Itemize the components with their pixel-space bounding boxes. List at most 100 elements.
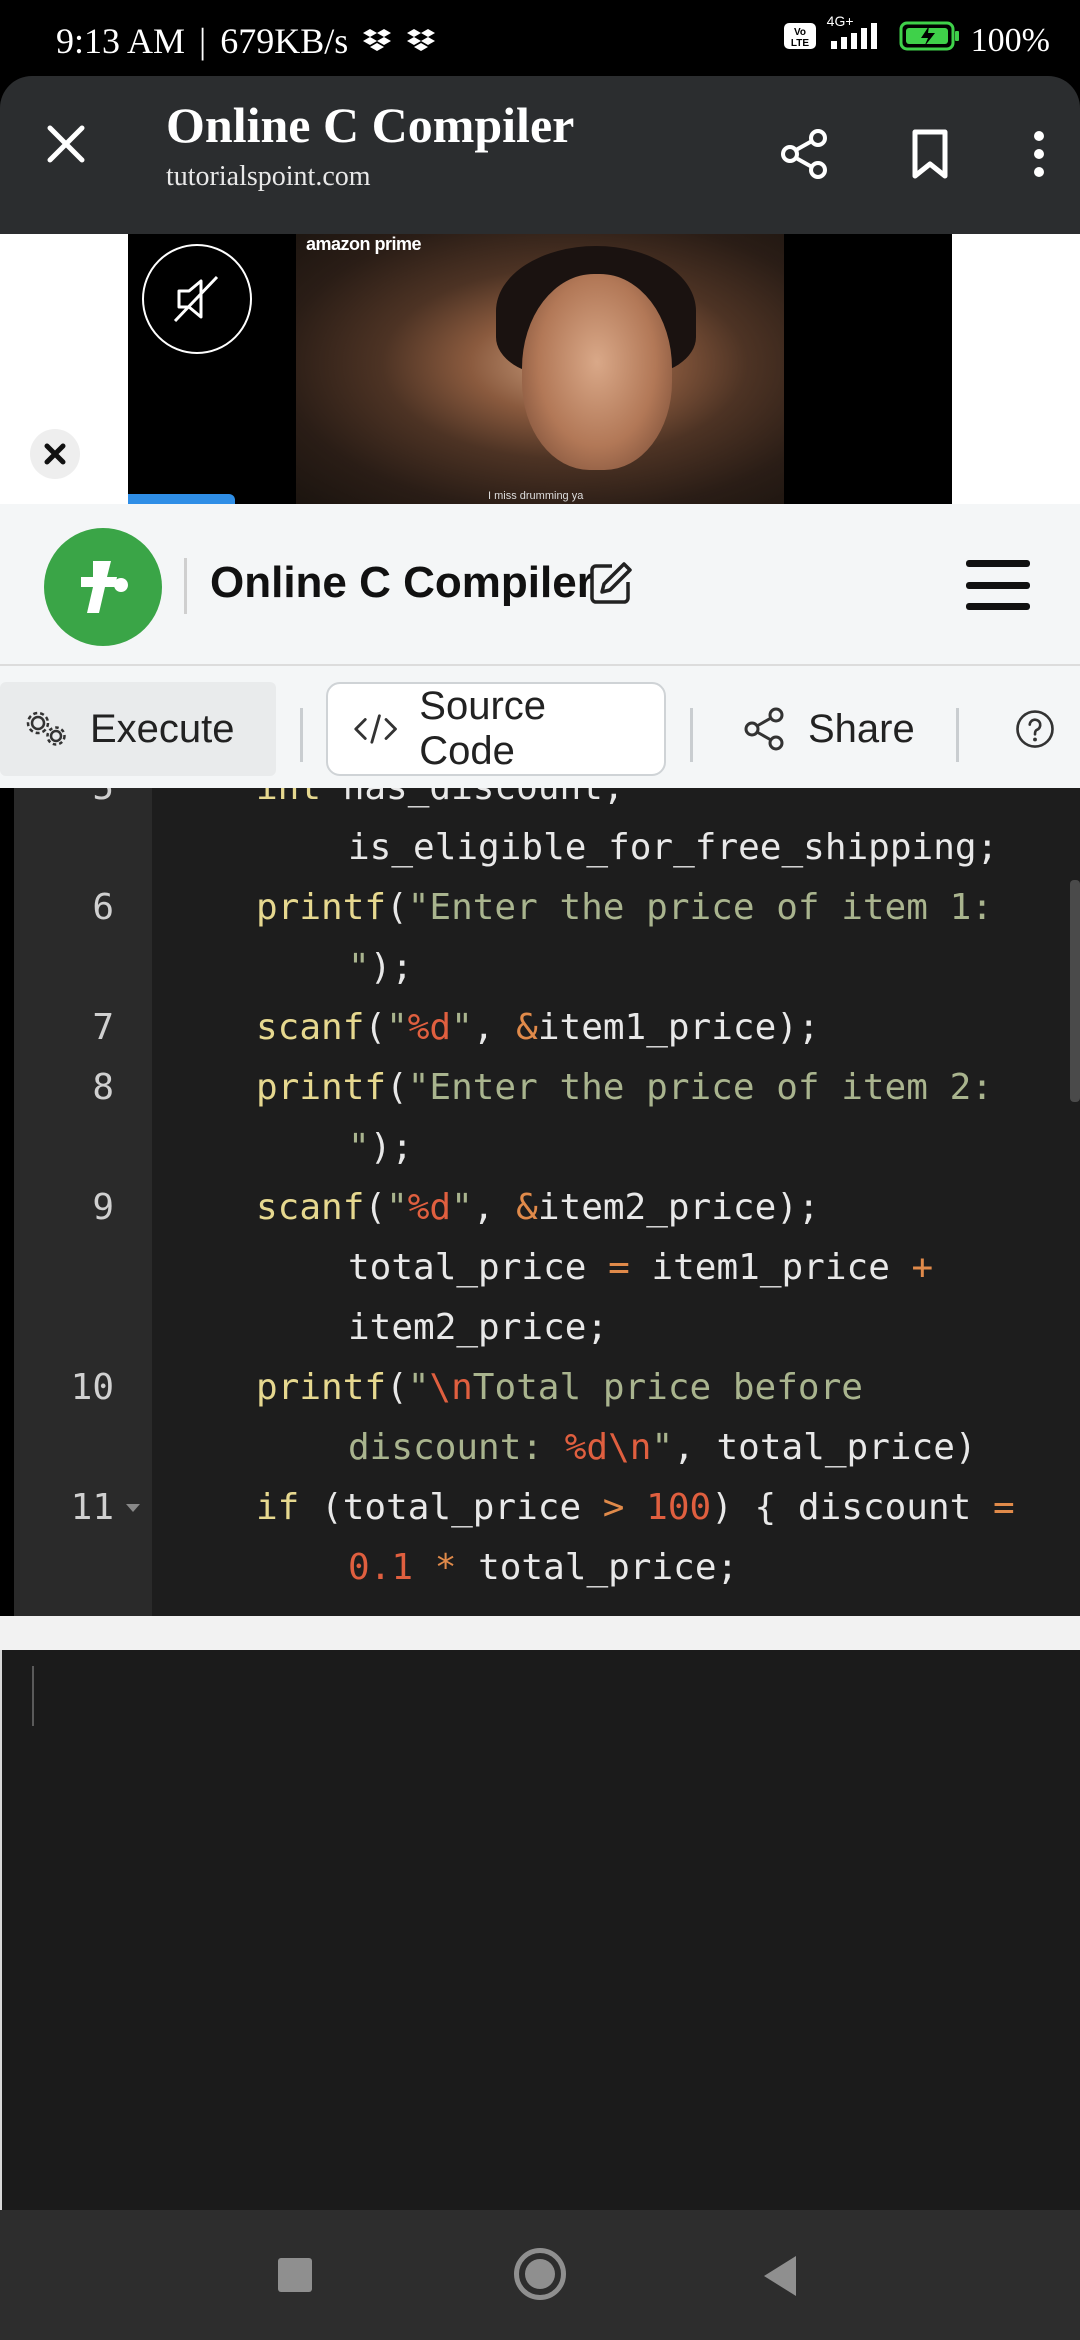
code-line: 0.1 * total_price;	[14, 1538, 1080, 1598]
line-number: 11	[70, 1487, 114, 1528]
code-line: ");	[14, 1118, 1080, 1178]
gears-icon	[26, 711, 66, 746]
recent-apps-button[interactable]	[278, 2258, 312, 2292]
code-text: item2_price;	[348, 1307, 609, 1348]
more-vertical-icon	[1034, 131, 1044, 177]
mute-icon	[173, 275, 219, 323]
header-divider	[184, 558, 187, 614]
code-line: 6 printf("Enter the price of item 1:	[14, 878, 1080, 938]
code-editor[interactable]: 5 int has_discount, is_eligible_for_free…	[14, 788, 1080, 1616]
close-icon	[44, 443, 66, 465]
code-text: printf("\nTotal price before	[256, 1367, 863, 1408]
ad-brand: amazon prime	[306, 234, 422, 254]
home-icon	[525, 2259, 555, 2289]
code-text: int has_discount,	[256, 788, 624, 818]
line-number: 10	[70, 1367, 114, 1408]
line-number: 5	[14, 788, 114, 818]
browser-toolbar: Online C Compiler tutorialspoint.com	[0, 76, 1080, 234]
close-tab-button[interactable]	[38, 116, 94, 172]
code-text: scanf("%d", &item2_price);	[256, 1187, 820, 1228]
menu-button[interactable]	[966, 560, 1030, 610]
battery-icon	[899, 20, 961, 61]
code-line: 5 int has_discount,	[14, 788, 1080, 818]
toolbar-divider	[956, 708, 959, 762]
dropbox-icon	[406, 20, 436, 62]
mute-button[interactable]	[142, 244, 252, 354]
execute-label: Execute	[90, 706, 235, 751]
help-button[interactable]	[990, 682, 1080, 776]
code-line: total_price = item1_price +	[14, 1238, 1080, 1298]
hamburger-icon-bar	[966, 581, 1030, 589]
home-button[interactable]	[514, 2248, 566, 2300]
line-number: 7	[92, 1007, 114, 1048]
status-time: 9:13 AM	[56, 21, 186, 61]
status-speed: 679KB/s	[220, 21, 349, 61]
logo-icon	[81, 561, 128, 613]
more-options-button[interactable]	[1024, 122, 1054, 186]
code-line: 10 printf("\nTotal price before	[14, 1358, 1080, 1418]
share-code-button[interactable]: Share	[716, 682, 966, 776]
close-icon	[47, 125, 85, 163]
code-icon	[354, 714, 397, 744]
signal-icon: 4G+	[827, 13, 889, 60]
status-right: Vo LTE 4G+ 100%	[783, 13, 1050, 61]
source-code-label: Source Code	[419, 684, 547, 773]
code-text: is_eligible_for_free_shipping;	[348, 827, 999, 868]
edit-icon	[590, 562, 632, 604]
share-button[interactable]	[772, 122, 836, 186]
code-line: ");	[14, 938, 1080, 998]
code-text: printf("Enter the price of item 1:	[256, 887, 993, 928]
code-line: 11 if (total_price > 100) { discount =	[14, 1478, 1080, 1538]
code-line: 8 printf("Enter the price of item 2:	[14, 1058, 1080, 1118]
code-text: total_price = item1_price +	[348, 1247, 934, 1288]
code-text: printf("Enter the price of item 2:	[256, 1067, 993, 1108]
line-number: 9	[92, 1187, 114, 1228]
page-title-group: Online C Compiler tutorialspoint.com	[166, 98, 574, 193]
ad-progress-bar	[128, 494, 236, 504]
code-line: discount: %d\n", total_price)	[14, 1418, 1080, 1478]
back-button[interactable]	[764, 2256, 796, 2296]
video-ad[interactable]: amazon prime I miss drumming ya	[128, 234, 952, 504]
code-text: ");	[348, 947, 414, 988]
toolbar-divider	[690, 708, 693, 762]
ad-subtitle: I miss drumming ya	[488, 490, 584, 502]
system-nav-bar	[0, 2210, 1080, 2340]
code-line: 9 scanf("%d", &item2_price);	[14, 1178, 1080, 1238]
svg-text:Vo: Vo	[794, 27, 806, 38]
execute-button[interactable]: Execute	[0, 682, 276, 776]
line-number: 6	[92, 887, 114, 928]
share-icon	[744, 707, 784, 751]
bookmark-icon	[912, 129, 948, 179]
share-icon	[781, 129, 827, 179]
code-line: 7 scanf("%d", &item1_price);	[14, 998, 1080, 1058]
svg-text:LTE: LTE	[791, 38, 809, 49]
site-header: Online C Compiler	[0, 504, 1080, 666]
output-terminal[interactable]	[0, 1650, 1080, 2210]
bookmark-button[interactable]	[898, 122, 962, 186]
hamburger-icon	[966, 560, 1030, 567]
network-type: 4G+	[826, 13, 854, 29]
help-icon	[1016, 710, 1054, 748]
tutorialspoint-logo[interactable]	[44, 528, 162, 646]
text-cursor	[32, 1666, 34, 1726]
status-left: 9:13 AM | 679KB/s	[56, 20, 436, 62]
source-code-button[interactable]: Source Code	[326, 682, 666, 776]
code-text: discount: %d\n", total_price)	[348, 1427, 977, 1468]
ad-image-face	[522, 274, 672, 470]
code-text: if (total_price > 100) { discount =	[256, 1487, 1015, 1528]
browser-actions	[772, 122, 1054, 186]
fold-arrow-icon[interactable]	[126, 1504, 140, 1512]
editor-scrollbar[interactable]	[1070, 880, 1080, 1102]
code-line: item2_price;	[14, 1298, 1080, 1358]
edit-title-button[interactable]	[586, 558, 636, 608]
share-label: Share	[808, 706, 915, 751]
code-line: is_eligible_for_free_shipping;	[14, 818, 1080, 878]
dropbox-icon	[362, 20, 392, 62]
battery-percent: 100%	[970, 21, 1050, 59]
line-number: 8	[92, 1067, 114, 1108]
close-ad-button[interactable]	[30, 429, 80, 479]
ad-image: amazon prime I miss drumming ya	[296, 234, 784, 504]
panel-divider[interactable]	[0, 1616, 1080, 1650]
site-title: Online C Compiler	[210, 558, 594, 607]
hamburger-icon-bar	[966, 603, 1030, 610]
